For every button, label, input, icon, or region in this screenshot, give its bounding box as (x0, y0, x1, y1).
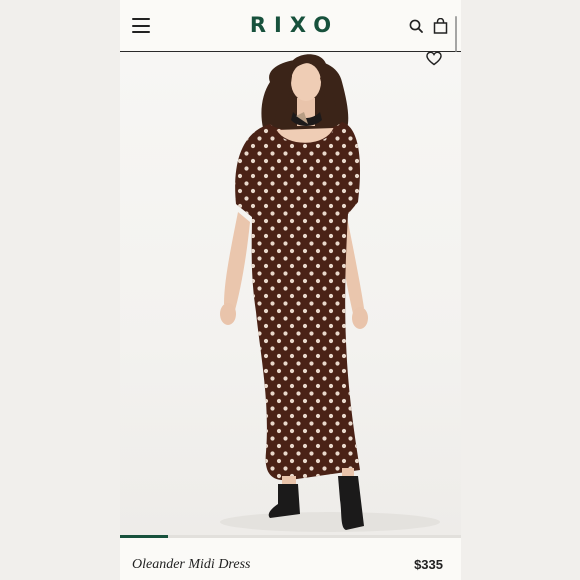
model-in-polka-dot-dress-photo (220, 54, 440, 532)
shopping-bag-icon[interactable] (433, 18, 448, 34)
heart-icon[interactable] (425, 50, 443, 66)
image-gallery-progress (120, 535, 461, 538)
right-backdrop (461, 0, 580, 580)
product-name[interactable]: Oleander Midi Dress (132, 557, 250, 573)
search-icon[interactable] (409, 19, 423, 33)
product-price: $335 (414, 557, 443, 572)
product-image[interactable] (120, 52, 461, 535)
site-header: RIXO (120, 0, 461, 52)
mobile-product-page: RIXO Oleander Midi Dress $335 (120, 0, 461, 580)
image-gallery-progress-fill (120, 535, 168, 538)
left-backdrop (0, 0, 120, 580)
